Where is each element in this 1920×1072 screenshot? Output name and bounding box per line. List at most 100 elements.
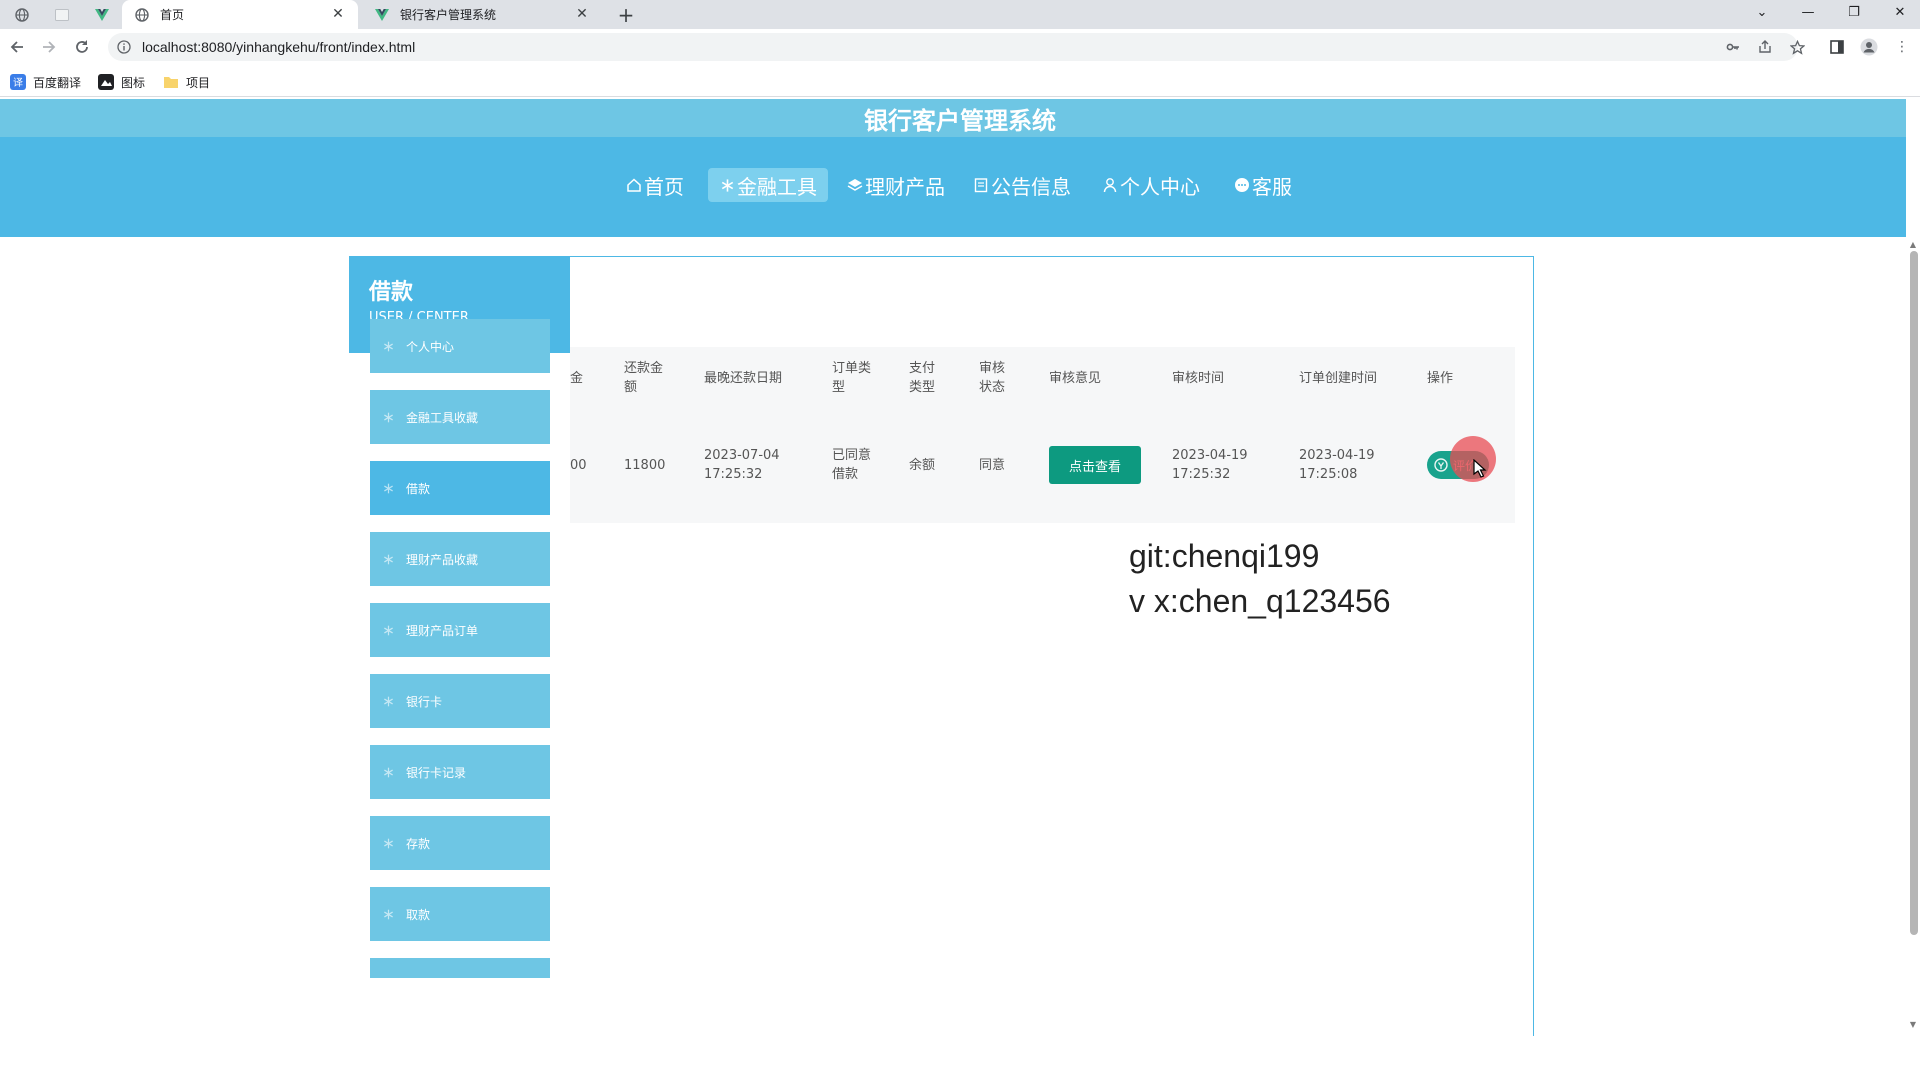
- date-text: 2023-04-19: [1299, 448, 1375, 463]
- view-opinion-button[interactable]: 点击查看: [1049, 446, 1141, 484]
- nav-personal-center[interactable]: 个人中心: [1098, 168, 1204, 202]
- star-icon[interactable]: [1787, 37, 1807, 57]
- sidebar-item-label: 个人中心: [406, 339, 455, 354]
- cell-pay-type: 余额: [909, 457, 936, 473]
- sidebar-item-label: 取款: [406, 907, 431, 922]
- nav-financial-tools[interactable]: 金融工具: [708, 168, 828, 202]
- cell-order-type: 已同意借款: [832, 448, 872, 482]
- pinned-tab-blank[interactable]: [46, 0, 78, 29]
- sidebar-item-bank-card[interactable]: 银行卡: [370, 674, 550, 728]
- bookmark-baidu-translate[interactable]: 译 百度翻译: [10, 72, 81, 92]
- column-header: 支付类型: [909, 361, 936, 395]
- restore-button[interactable]: ❐: [1831, 0, 1877, 24]
- reload-button[interactable]: [70, 35, 94, 59]
- cell-repay-amount: 11800: [624, 457, 666, 473]
- sidebar-item-partial[interactable]: [370, 958, 550, 978]
- translate-icon: 译: [10, 74, 26, 90]
- tab-search-button[interactable]: ⌄: [1739, 0, 1785, 24]
- sidebar-item-bank-card-records[interactable]: 银行卡记录: [370, 745, 550, 799]
- sidebar-item-withdraw[interactable]: 取款: [370, 887, 550, 941]
- profile-avatar-icon[interactable]: [1859, 37, 1879, 57]
- date-text: 2023-07-04: [704, 448, 780, 463]
- column-header: 最晚还款日期: [704, 370, 783, 386]
- forward-button[interactable]: [37, 35, 61, 59]
- svg-text:译: 译: [13, 77, 23, 89]
- nav-label: 首页: [644, 174, 684, 199]
- window-close-button[interactable]: ✕: [1877, 0, 1920, 24]
- share-icon[interactable]: [1755, 37, 1775, 57]
- close-icon[interactable]: ✕: [330, 6, 346, 22]
- pinned-tab-vue[interactable]: [86, 0, 118, 29]
- column-header: 还款金额: [624, 361, 664, 395]
- time-text: 17:25:32: [704, 467, 763, 482]
- snowflake-icon: [382, 482, 394, 494]
- key-icon[interactable]: [1723, 37, 1743, 57]
- browser-tab-strip: 首页 ✕ 银行客户管理系统 ✕ + ⌄ — ❐ ✕: [0, 0, 1920, 29]
- url-text: localhost:8080/yinhangkehu/front/index.h…: [142, 39, 416, 55]
- sidebar-item-product-orders[interactable]: 理财产品订单: [370, 603, 550, 657]
- user-icon: [1102, 177, 1118, 193]
- nav-home[interactable]: 首页: [621, 168, 689, 202]
- page-scrollbar[interactable]: ▲ ▼: [1906, 97, 1920, 1036]
- back-button[interactable]: [5, 35, 29, 59]
- time-text: 17:25:32: [1172, 467, 1231, 482]
- column-header: 订单创建时间: [1299, 370, 1378, 386]
- bookmarks-bar: 译 百度翻译 图标 项目: [0, 66, 1920, 97]
- nav-label: 客服: [1252, 174, 1292, 199]
- main-nav: [0, 137, 1920, 237]
- sidebar-item-deposit[interactable]: 存款: [370, 816, 550, 870]
- tab-title: 银行客户管理系统: [400, 8, 497, 22]
- site-title: 银行客户管理系统: [0, 99, 1920, 137]
- snowflake-icon: [382, 766, 394, 778]
- cell-audit-time: 2023-04-19 17:25:32: [1172, 443, 1272, 487]
- nav-wealth-products[interactable]: 理财产品: [843, 168, 949, 202]
- column-header: 操作: [1427, 370, 1454, 386]
- tab-home[interactable]: 首页 ✕: [122, 0, 358, 29]
- column-header: 金: [570, 370, 584, 386]
- more-menu-icon[interactable]: ⋮: [1892, 37, 1912, 57]
- bookmark-project-folder[interactable]: 项目: [163, 72, 210, 92]
- watermark-line-1: git:chenqi199: [1129, 538, 1320, 574]
- scroll-up-icon[interactable]: ▲: [1906, 237, 1920, 251]
- bookmark-label: 图标: [121, 75, 146, 90]
- bookmark-label: 项目: [186, 75, 211, 90]
- column-header: 审核意见: [1049, 370, 1102, 386]
- address-bar[interactable]: localhost:8080/yinhangkehu/front/index.h…: [108, 33, 1798, 61]
- globe-icon: [15, 7, 29, 22]
- sidebar-item-personal-center[interactable]: 个人中心: [370, 319, 550, 373]
- bookmark-icons[interactable]: 图标: [98, 72, 145, 92]
- nav-customer-service[interactable]: 客服: [1228, 168, 1298, 202]
- column-header: 审核时间: [1172, 370, 1225, 386]
- sidebar-item-label: 理财产品收藏: [406, 552, 479, 567]
- minimize-button[interactable]: —: [1785, 0, 1831, 24]
- sidebar-item-product-favorites[interactable]: 理财产品收藏: [370, 532, 550, 586]
- tab-bank-system[interactable]: 银行客户管理系统 ✕: [362, 0, 602, 29]
- snowflake-icon: [382, 908, 394, 920]
- snowflake-icon: [382, 624, 394, 636]
- page-icon: [55, 8, 69, 21]
- pinned-tab-globe[interactable]: [6, 0, 38, 29]
- snowflake-icon: [382, 695, 394, 707]
- layers-icon: [847, 177, 863, 193]
- sidebar-item-label: 存款: [406, 836, 431, 851]
- sidebar-item-label: 理财产品订单: [406, 623, 479, 638]
- cell-amount: 00: [570, 457, 587, 473]
- mouse-cursor-icon: [1473, 459, 1487, 478]
- sidebar-item-tool-favorites[interactable]: 金融工具收藏: [370, 390, 550, 444]
- scroll-thumb[interactable]: [1910, 251, 1918, 935]
- nav-announcements[interactable]: 公告信息: [969, 168, 1075, 202]
- sidebar-item-label: 银行卡记录: [406, 765, 467, 780]
- nav-label: 金融工具: [737, 174, 817, 199]
- sidebar-item-loan[interactable]: 借款: [370, 461, 550, 515]
- scroll-down-icon[interactable]: ▼: [1906, 1017, 1920, 1031]
- info-icon[interactable]: [116, 39, 132, 55]
- cell-latest-repay-date: 2023-07-04 17:25:32: [704, 443, 804, 487]
- time-text: 17:25:08: [1299, 467, 1358, 482]
- new-tab-button[interactable]: +: [614, 3, 638, 27]
- rating-icon: [1433, 457, 1449, 473]
- sidebar-item-label: 银行卡: [406, 694, 443, 709]
- side-panel-icon[interactable]: [1827, 37, 1847, 57]
- vue-logo-icon: [95, 8, 109, 21]
- close-icon[interactable]: ✕: [574, 6, 590, 22]
- nav-label: 公告信息: [991, 174, 1071, 199]
